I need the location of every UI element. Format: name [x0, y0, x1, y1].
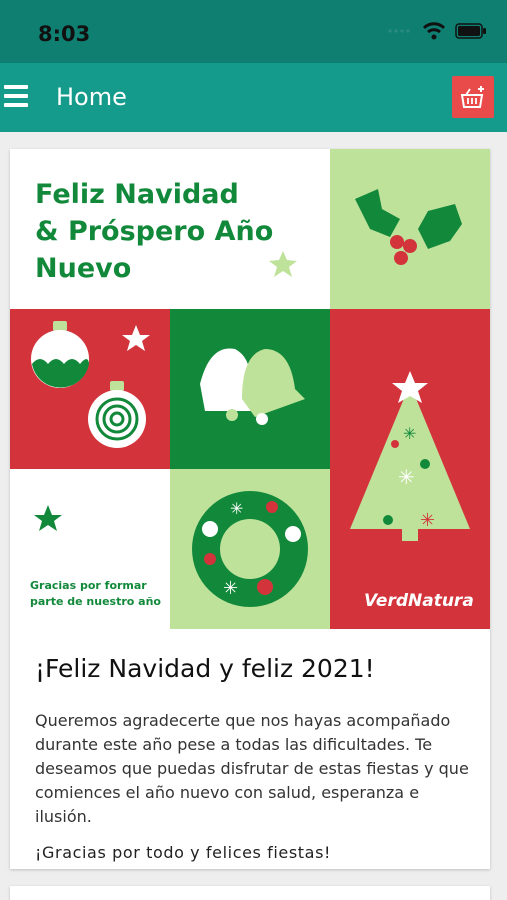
post-title: ¡Feliz Navidad y feliz 2021!: [35, 654, 375, 683]
menu-button[interactable]: [4, 85, 28, 107]
banner-headline-1: Feliz Navidad: [35, 179, 239, 210]
wreath-icon: ✳ ✳: [192, 491, 308, 607]
post-text: Queremos agradecerte que nos hayas acomp…: [35, 711, 469, 826]
christmas-banner: Feliz Navidad & Próspero Año Nuevo ✳ ✳ ✳…: [10, 149, 490, 629]
app-bar: Home: [0, 63, 507, 132]
banner-thanks-1: Gracias por formar: [30, 579, 147, 592]
svg-text:✳: ✳: [403, 424, 416, 443]
post-closing: ¡Gracias por todo y felices fiestas!: [35, 843, 332, 862]
page-title: Home: [56, 83, 127, 111]
brand-logo: VerdNatura: [364, 591, 474, 611]
post-body: ¡Feliz Navidad y feliz 2021! Queremos ag…: [35, 654, 475, 862]
shopping-basket-icon: [460, 86, 484, 108]
svg-text:✳: ✳: [420, 510, 435, 531]
banner-headline-2: & Próspero Año: [35, 216, 273, 247]
hamburger-icon: [4, 85, 28, 89]
status-time: 8:03: [38, 22, 91, 46]
status-bar: 8:03: [0, 0, 507, 63]
signal-icon: [388, 29, 410, 33]
svg-text:✳: ✳: [223, 578, 238, 599]
svg-text:✳: ✳: [230, 499, 243, 518]
post-card[interactable]: Feliz Navidad & Próspero Año Nuevo ✳ ✳ ✳…: [10, 149, 490, 869]
svg-text:✳: ✳: [398, 465, 415, 489]
banner-headline-3: Nuevo: [35, 253, 131, 284]
wifi-icon: [423, 22, 445, 40]
next-post-card[interactable]: [10, 886, 490, 900]
basket-button[interactable]: [452, 76, 494, 118]
battery-icon: [455, 23, 486, 39]
status-icons: [387, 22, 487, 40]
banner-thanks-2: parte de nuestro año: [30, 595, 161, 608]
